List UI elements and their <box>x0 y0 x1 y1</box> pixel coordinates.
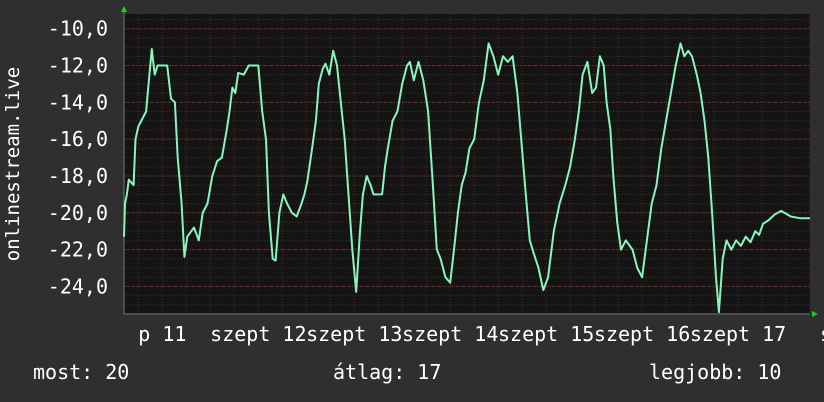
stat-best: legjobb: 10 <box>649 360 781 384</box>
stat-average: átlag: 17 <box>333 360 441 384</box>
stat-best-label: legjobb: <box>649 360 746 384</box>
y-axis-label: onlinestream.live <box>2 67 24 261</box>
line-chart: -10,0 -12,0 -14,0 -16,0 -18,0 -20,0 -22,0 -24,0… <box>2 6 824 346</box>
x-axis-arrow <box>812 311 818 317</box>
x-tick-label: szept 16 <box>594 322 690 346</box>
x-tick-label: szept 14 <box>402 322 498 346</box>
x-tick-label: sz <box>820 322 824 346</box>
stat-now: most: 20 <box>33 360 129 384</box>
y-axis-arrow <box>121 6 127 12</box>
stat-now-label: most: <box>33 360 94 384</box>
y-tick-label: -12,0 <box>48 54 108 78</box>
y-tick-label: -14,0 <box>48 90 108 114</box>
stat-average-value: 17 <box>417 360 442 384</box>
x-tick-label: szept 12 <box>210 322 306 346</box>
x-tick-label: szept 17 <box>690 322 786 346</box>
y-tick-label: -20,0 <box>48 201 108 225</box>
y-tick-label: -16,0 <box>48 127 108 151</box>
stat-now-value: 20 <box>105 360 130 384</box>
y-tick-label: -18,0 <box>48 164 108 188</box>
stat-best-value: 10 <box>757 360 782 384</box>
y-tick-label: -22,0 <box>48 238 108 262</box>
x-tick-label: szept 13 <box>306 322 402 346</box>
x-tick-label: p 11 <box>138 322 186 346</box>
stat-average-label: átlag: <box>333 360 406 384</box>
x-tick-label: szept 15 <box>498 322 594 346</box>
y-tick-label: -24,0 <box>48 274 108 298</box>
y-tick-label: -10,0 <box>48 17 108 41</box>
